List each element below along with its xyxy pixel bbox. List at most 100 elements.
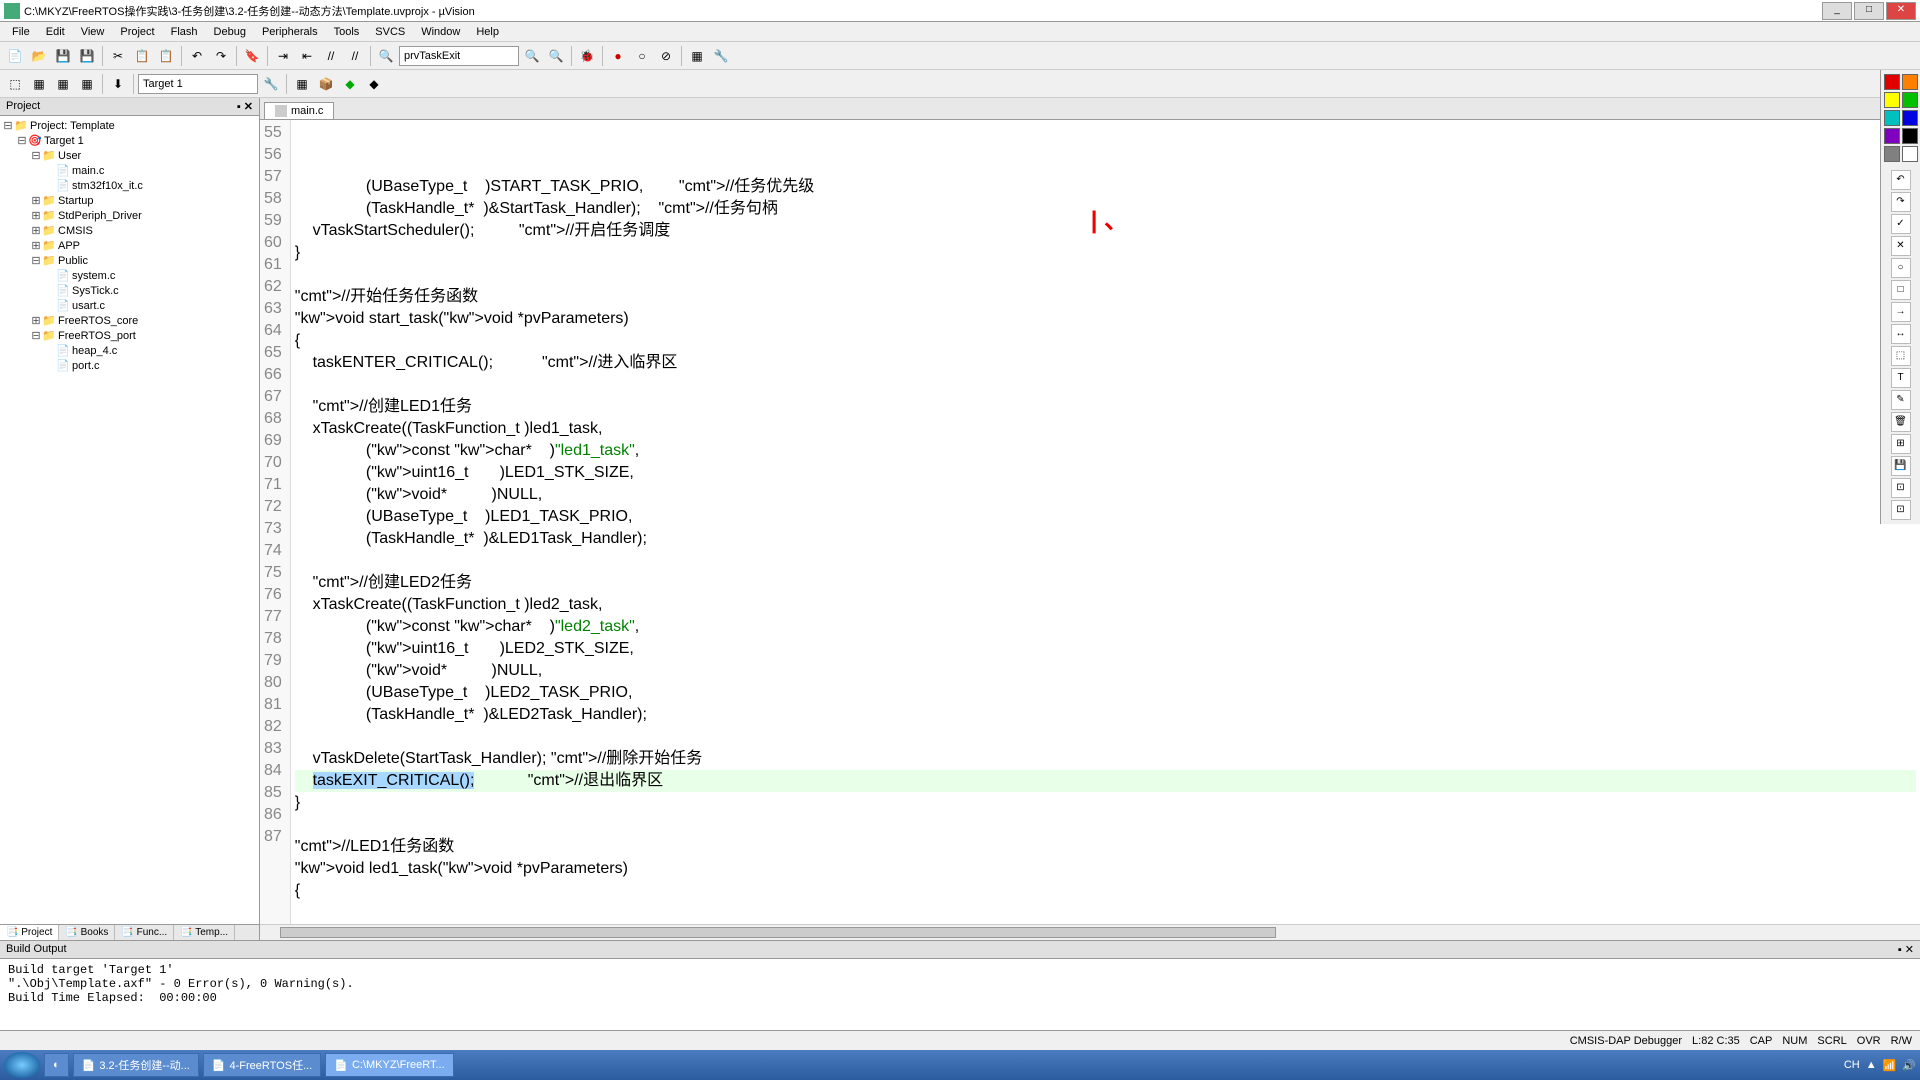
menu-item-debug[interactable]: Debug (206, 24, 254, 40)
find-in-files-icon[interactable]: 🔍 (545, 45, 567, 67)
horizontal-scrollbar[interactable] (260, 924, 1920, 940)
code-line[interactable]: } (295, 242, 1916, 264)
draw-tool-icon[interactable]: 💾 (1891, 456, 1911, 476)
select-packs-icon[interactable]: ◆ (363, 73, 385, 95)
color-swatch[interactable] (1884, 92, 1900, 108)
code-line[interactable] (295, 550, 1916, 572)
code-line[interactable]: (UBaseType_t )LED2_TASK_PRIO, (295, 682, 1916, 704)
color-swatch[interactable] (1884, 128, 1900, 144)
code-line[interactable]: xTaskCreate((TaskFunction_t )led2_task, (295, 594, 1916, 616)
tree-group-public[interactable]: ⊟📁Public (2, 253, 257, 268)
new-file-icon[interactable]: 📄 (4, 45, 26, 67)
project-tree[interactable]: ⊟📁Project: Template⊟🎯Target 1⊟📁User 📄mai… (0, 116, 259, 924)
code-content[interactable]: | 、 (UBaseType_t )START_TASK_PRIO, "cmt"… (291, 120, 1920, 924)
rebuild-icon[interactable]: ▦ (52, 73, 74, 95)
menu-item-tools[interactable]: Tools (326, 24, 368, 40)
code-line[interactable]: ("kw">uint16_t )LED1_STK_SIZE, (295, 462, 1916, 484)
draw-tool-icon[interactable]: T (1891, 368, 1911, 388)
code-line[interactable]: ("kw">const "kw">char* )"led1_task", (295, 440, 1916, 462)
paste-icon[interactable]: 📋 (155, 45, 177, 67)
code-line[interactable]: vTaskDelete(StartTask_Handler); "cmt">//… (295, 748, 1916, 770)
code-line[interactable] (295, 814, 1916, 836)
tree-group-cmsis[interactable]: ⊞📁CMSIS (2, 223, 257, 238)
redo-icon[interactable]: ↷ (210, 45, 232, 67)
code-editor[interactable]: 5556575859606162636465666768697071727374… (260, 120, 1920, 924)
code-line[interactable]: taskENTER_CRITICAL(); "cmt">//进入临界区 (295, 352, 1916, 374)
draw-tool-icon[interactable]: → (1891, 302, 1911, 322)
taskbar-pinned-icon[interactable]: ◐ (44, 1053, 69, 1077)
find-combo[interactable] (399, 46, 519, 66)
code-line[interactable] (295, 726, 1916, 748)
menu-item-project[interactable]: Project (112, 24, 162, 40)
start-button[interactable] (4, 1052, 40, 1078)
tree-file-port-c[interactable]: 📄port.c (2, 358, 257, 373)
code-line[interactable]: vTaskStartScheduler(); "cmt">//开启任务调度 (295, 220, 1916, 242)
tree-group-freertos_core[interactable]: ⊞📁FreeRTOS_core (2, 313, 257, 328)
color-swatch[interactable] (1902, 146, 1918, 162)
tree-file-system-c[interactable]: 📄system.c (2, 268, 257, 283)
minimize-button[interactable]: _ (1822, 2, 1852, 20)
draw-tool-icon[interactable]: 🗑 (1891, 412, 1911, 432)
menu-item-help[interactable]: Help (468, 24, 507, 40)
build-output-text[interactable]: Build target 'Target 1' ".\Obj\Template.… (0, 959, 1920, 1030)
editor-tab-main-c[interactable]: main.c (264, 102, 334, 119)
draw-tool-icon[interactable]: ✕ (1891, 236, 1911, 256)
color-swatch[interactable] (1884, 146, 1900, 162)
panel-tab-func[interactable]: 📑 Func... (115, 925, 174, 940)
code-line[interactable]: "cmt">//创建LED1任务 (295, 396, 1916, 418)
color-swatch[interactable] (1884, 74, 1900, 90)
options-icon[interactable]: 🔧 (260, 73, 282, 95)
color-swatch[interactable] (1902, 74, 1918, 90)
breakpoint-icon[interactable]: ● (607, 45, 629, 67)
code-line[interactable]: } (295, 792, 1916, 814)
menu-item-view[interactable]: View (73, 24, 113, 40)
batch-build-icon[interactable]: ▦ (76, 73, 98, 95)
code-line[interactable] (295, 264, 1916, 286)
code-line[interactable]: (TaskHandle_t* )&LED2Task_Handler); (295, 704, 1916, 726)
configure-icon[interactable]: 🔧 (710, 45, 732, 67)
comment-icon[interactable]: // (320, 45, 342, 67)
taskbar-item[interactable]: 📄3.2-任务创建--动... (73, 1053, 199, 1077)
code-line[interactable]: ("kw">void* )NULL, (295, 484, 1916, 506)
save-icon[interactable]: 💾 (52, 45, 74, 67)
menu-item-svcs[interactable]: SVCS (367, 24, 413, 40)
code-line[interactable]: (TaskHandle_t* )&StartTask_Handler); "cm… (295, 198, 1916, 220)
download-icon[interactable]: ⬇ (107, 73, 129, 95)
draw-tool-icon[interactable]: ↶ (1891, 170, 1911, 190)
code-line[interactable]: (TaskHandle_t* )&LED1Task_Handler); (295, 528, 1916, 550)
tree-project-root[interactable]: ⊟📁Project: Template (2, 118, 257, 133)
menu-item-window[interactable]: Window (413, 24, 468, 40)
menu-item-file[interactable]: File (4, 24, 38, 40)
draw-tool-icon[interactable]: ↷ (1891, 192, 1911, 212)
kill-bp-icon[interactable]: ⊘ (655, 45, 677, 67)
tree-group-user[interactable]: ⊟📁User (2, 148, 257, 163)
outdent-icon[interactable]: ⇤ (296, 45, 318, 67)
undo-icon[interactable]: ↶ (186, 45, 208, 67)
code-line[interactable]: ("kw">void* )NULL, (295, 660, 1916, 682)
code-line[interactable]: taskEXIT_CRITICAL(); "cmt">//退出临界区 (295, 770, 1916, 792)
taskbar-item[interactable]: 📄C:\MKYZ\FreeRT... (325, 1053, 453, 1077)
tree-file-stm32f10x_it-c[interactable]: 📄stm32f10x_it.c (2, 178, 257, 193)
color-swatch[interactable] (1884, 110, 1900, 126)
code-line[interactable]: "cmt">//LED1任务函数 (295, 836, 1916, 858)
code-line[interactable]: ("kw">const "kw">char* )"led2_task", (295, 616, 1916, 638)
code-line[interactable]: "kw">void start_task("kw">void *pvParame… (295, 308, 1916, 330)
find-icon[interactable]: 🔍 (375, 45, 397, 67)
ime-indicator[interactable]: CH (1844, 1059, 1860, 1071)
build-icon[interactable]: ▦ (28, 73, 50, 95)
code-line[interactable]: (UBaseType_t )START_TASK_PRIO, "cmt">//任… (295, 176, 1916, 198)
draw-tool-icon[interactable]: ✓ (1891, 214, 1911, 234)
draw-tool-icon[interactable]: ↔ (1891, 324, 1911, 344)
translate-icon[interactable]: ⬚ (4, 73, 26, 95)
panel-close-icon[interactable]: ▪ ✕ (237, 100, 253, 113)
tree-group-freertos_port[interactable]: ⊟📁FreeRTOS_port (2, 328, 257, 343)
copy-icon[interactable]: 📋 (131, 45, 153, 67)
menu-item-peripherals[interactable]: Peripherals (254, 24, 326, 40)
manage-icon[interactable]: ▦ (291, 73, 313, 95)
draw-tool-icon[interactable]: ⊡ (1891, 478, 1911, 498)
tray-network-icon[interactable]: 📶 (1883, 1059, 1897, 1072)
target-combo[interactable] (138, 74, 258, 94)
manage-rte-icon[interactable]: ◆ (339, 73, 361, 95)
cut-icon[interactable]: ✂ (107, 45, 129, 67)
system-tray[interactable]: CH ▲ 📶 🔊 (1844, 1059, 1916, 1072)
